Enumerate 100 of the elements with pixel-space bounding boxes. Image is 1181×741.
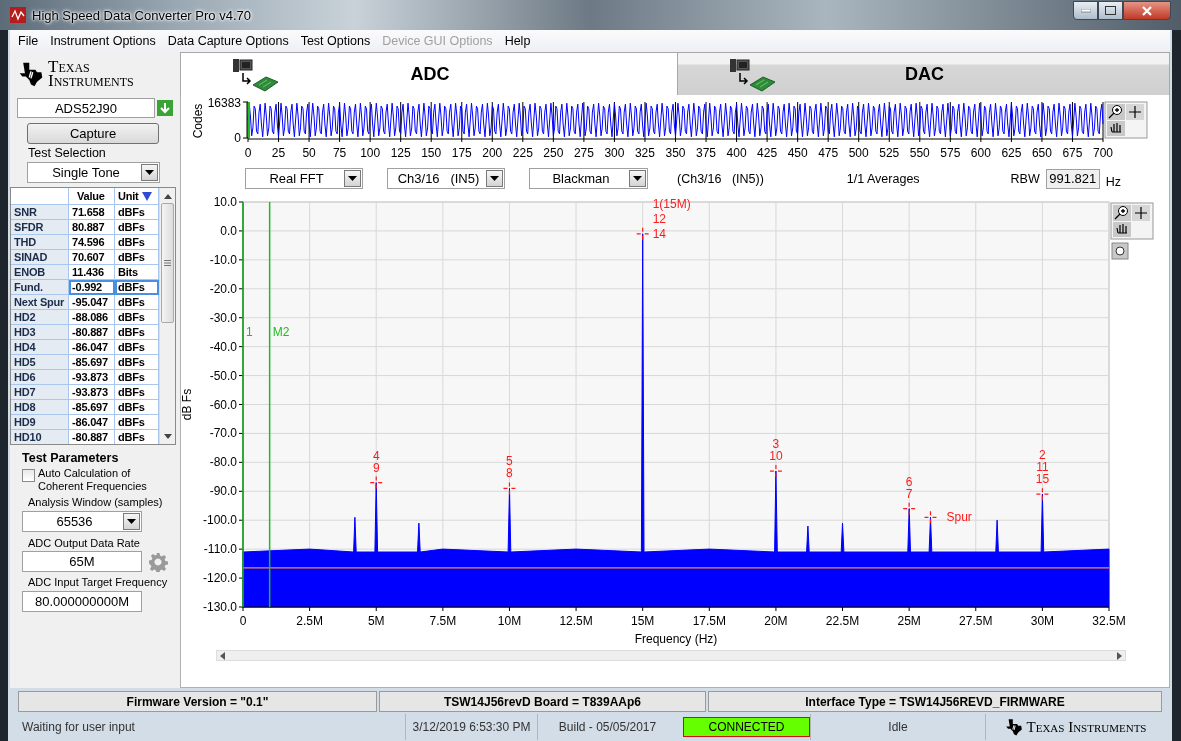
scrollbar[interactable] bbox=[216, 650, 1126, 661]
row-label[interactable]: HD7 bbox=[11, 385, 69, 400]
scroll-right-arrow-icon[interactable] bbox=[1117, 651, 1122, 660]
marker-crosshair-icon bbox=[369, 476, 383, 490]
crosshair-icon[interactable] bbox=[1132, 205, 1150, 221]
tick-label: -40.0 bbox=[209, 339, 237, 354]
zoom-icon[interactable] bbox=[1113, 205, 1131, 221]
tick-label: 325 bbox=[634, 146, 655, 160]
download-icon[interactable] bbox=[157, 100, 173, 116]
capture-button[interactable]: Capture bbox=[27, 123, 159, 144]
marker-label: 1(15M) bbox=[652, 196, 691, 211]
cursor-line[interactable] bbox=[268, 201, 271, 608]
data-rate-field[interactable]: 65M bbox=[22, 551, 142, 572]
menu-item[interactable]: Data Capture Options bbox=[161, 34, 295, 48]
row-label[interactable]: HD5 bbox=[11, 355, 69, 370]
table-cell: dBFs bbox=[115, 430, 159, 444]
tick-label: 25M bbox=[897, 614, 921, 628]
tab[interactable]: DAC bbox=[678, 52, 1170, 95]
row-label[interactable]: HD3 bbox=[11, 325, 69, 340]
table-cell: dBFs bbox=[115, 370, 159, 385]
window-dropdown[interactable]: Blackman bbox=[529, 168, 648, 189]
test-selection-dropdown[interactable]: Single Tone bbox=[27, 162, 160, 183]
row-label[interactable]: SNR bbox=[11, 205, 69, 220]
tick-label: 0 bbox=[239, 614, 247, 628]
analysis-window-dropdown[interactable]: 65536 bbox=[22, 511, 142, 532]
menu-item[interactable]: Help bbox=[498, 34, 537, 48]
checkbox[interactable] bbox=[22, 469, 35, 482]
row-label[interactable]: THD bbox=[11, 235, 69, 250]
table-cell: dBFs bbox=[115, 355, 159, 370]
scrollbar[interactable] bbox=[159, 188, 175, 444]
reset-zoom-icon[interactable] bbox=[1111, 242, 1129, 260]
table-cell: dBFs bbox=[115, 205, 159, 220]
table-cell: -85.697 bbox=[69, 400, 115, 415]
scroll-up-arrow-icon[interactable] bbox=[163, 194, 172, 199]
tick-label: 525 bbox=[879, 146, 900, 160]
tick-label: 375 bbox=[696, 146, 717, 160]
row-label[interactable]: HD2 bbox=[11, 310, 69, 325]
tick-label: -90.0 bbox=[209, 484, 237, 499]
scroll-thumb[interactable] bbox=[161, 203, 174, 323]
table-cell: -0.992 bbox=[69, 280, 115, 295]
axis-title: Codes bbox=[191, 103, 205, 139]
caret-icon bbox=[344, 170, 361, 187]
tick-label: 650 bbox=[1031, 146, 1052, 160]
row-label[interactable]: HD10 bbox=[11, 430, 69, 444]
table-cell: dBFs bbox=[115, 325, 159, 340]
table-cell: 11.436 bbox=[69, 265, 115, 280]
grip-icon bbox=[164, 260, 171, 266]
company-logo-text: Texas Instruments bbox=[48, 59, 135, 88]
device-field[interactable]: ADS52J90 bbox=[17, 98, 155, 118]
scroll-left-arrow-icon[interactable] bbox=[220, 651, 225, 660]
caret-icon bbox=[629, 170, 646, 187]
target-frequency-field[interactable]: 80.000000000M bbox=[22, 591, 142, 612]
table-cell: dBFs bbox=[115, 385, 159, 400]
minimize-button[interactable] bbox=[1073, 1, 1098, 20]
tab[interactable]: ADC bbox=[180, 52, 678, 95]
table-cell: dBFs bbox=[115, 400, 159, 415]
menu-item[interactable]: Instrument Options bbox=[44, 34, 162, 48]
row-label[interactable]: HD4 bbox=[11, 340, 69, 355]
scroll-down-arrow-icon[interactable] bbox=[163, 434, 172, 439]
crosshair-icon[interactable] bbox=[1126, 104, 1144, 120]
marker-label: 8 bbox=[506, 466, 513, 481]
tick-label: 15M bbox=[631, 614, 655, 628]
sort-arrow-icon[interactable] bbox=[141, 191, 152, 201]
marker-crosshair-icon bbox=[902, 502, 916, 516]
fft-mode-dropdown[interactable]: Real FFT bbox=[245, 168, 363, 189]
row-label[interactable]: Fund. bbox=[11, 280, 69, 295]
menu-item[interactable]: Test Options bbox=[294, 34, 377, 48]
marker-label: 12 bbox=[652, 211, 667, 226]
caret-icon bbox=[123, 513, 140, 530]
row-label[interactable]: SFDR bbox=[11, 220, 69, 235]
menu-item: Device GUI Options bbox=[381, 34, 494, 48]
tick-label: 425 bbox=[757, 146, 778, 160]
caret-icon bbox=[141, 164, 158, 181]
row-label[interactable]: ENOB bbox=[11, 265, 69, 280]
tick-label: -60.0 bbox=[209, 397, 237, 412]
tick-label: -130.0 bbox=[202, 600, 237, 614]
tick-label: 20M bbox=[764, 614, 788, 628]
tick-label: -80.0 bbox=[209, 455, 237, 470]
table-cell: -95.047 bbox=[69, 295, 115, 310]
table-cell: 80.887 bbox=[69, 220, 115, 235]
table-cell: dBFs bbox=[115, 280, 159, 295]
row-label[interactable]: HD9 bbox=[11, 415, 69, 430]
marker-label: 2 bbox=[1039, 448, 1046, 463]
tick-label: 100 bbox=[360, 146, 381, 160]
row-label[interactable]: SINAD bbox=[11, 250, 69, 265]
tick-label: 225 bbox=[512, 146, 533, 160]
tick-label: 350 bbox=[665, 146, 686, 160]
column-header: Value bbox=[69, 188, 115, 205]
close-button[interactable] bbox=[1123, 1, 1171, 20]
row-label[interactable]: HD8 bbox=[11, 400, 69, 415]
maximize-button[interactable] bbox=[1098, 1, 1123, 20]
tick-label: 125 bbox=[390, 146, 411, 160]
channel-dropdown[interactable]: Ch3/16 (IN5) bbox=[387, 168, 505, 189]
row-label[interactable]: Next Spur bbox=[11, 295, 69, 310]
menu-item[interactable]: File bbox=[12, 34, 45, 48]
row-label[interactable]: HD6 bbox=[11, 370, 69, 385]
tick-label: 550 bbox=[909, 146, 930, 160]
zoom-icon[interactable] bbox=[1107, 104, 1125, 120]
table-cell: -86.047 bbox=[69, 415, 115, 430]
tick-label: -10.0 bbox=[209, 252, 237, 267]
